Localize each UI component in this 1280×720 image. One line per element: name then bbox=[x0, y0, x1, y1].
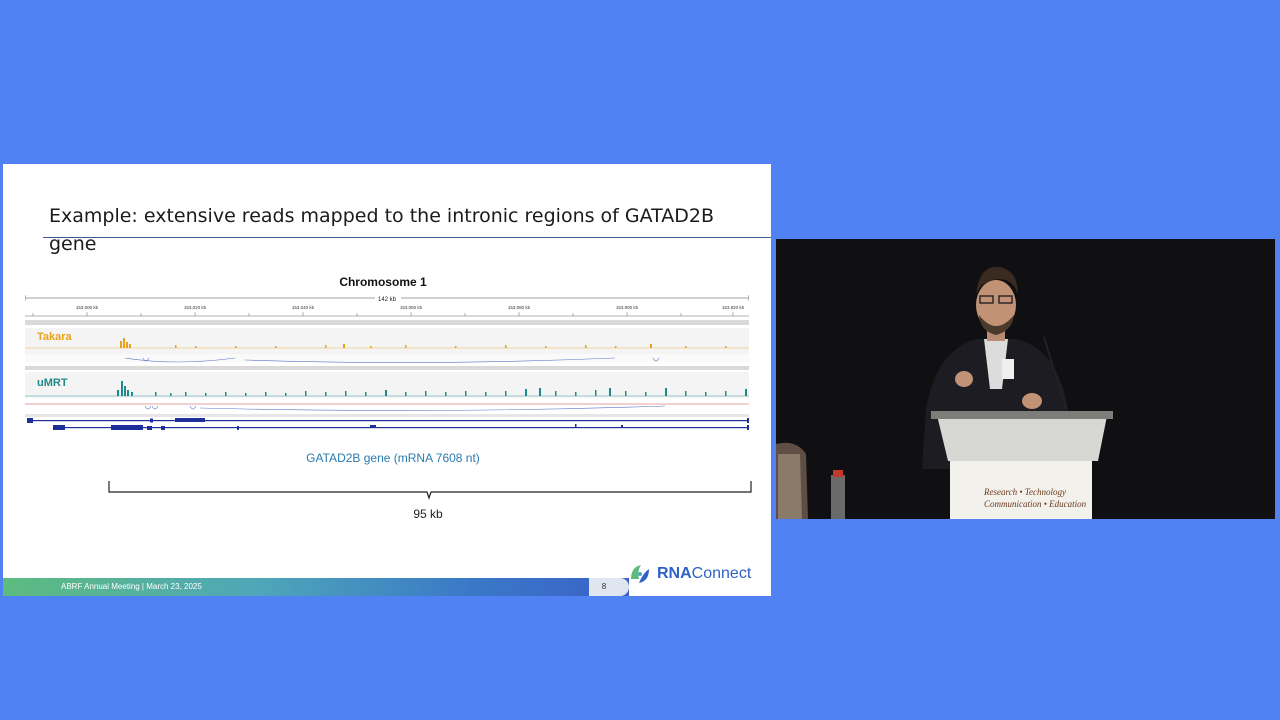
coordinate-label: 153,000 kb bbox=[76, 305, 99, 310]
logo-text-rna: RNA bbox=[657, 565, 692, 582]
genome-browser-view: 142 kb 153,000 kb 153,020 kb 153,040 kb … bbox=[25, 295, 749, 430]
span-length-label: 95 kb bbox=[413, 507, 443, 521]
coordinate-label: 153,900 kb bbox=[616, 305, 639, 310]
speaker-video-feed: Research • Technology Communication • Ed… bbox=[776, 239, 1275, 519]
gene-model bbox=[27, 418, 749, 430]
presentation-slide: Example: extensive reads mapped to the i… bbox=[3, 164, 771, 596]
slide-number: 8 bbox=[601, 582, 607, 591]
rnaconnect-logo-icon bbox=[631, 565, 649, 583]
coordinate-label: 153,060 kb bbox=[400, 305, 423, 310]
coordinate-label: 153,080 kb bbox=[508, 305, 531, 310]
podium-sign: Research • Technology Communication • Ed… bbox=[950, 461, 1092, 519]
podium-sign-line2: Communication • Education bbox=[984, 499, 1087, 509]
podium-sign-line1: Research • Technology bbox=[984, 487, 1066, 497]
gene-label: GATAD2B gene (mRNA 7608 nt) bbox=[306, 451, 480, 465]
rnaconnect-logo: RNAConnect bbox=[627, 561, 767, 587]
slide-title: Example: extensive reads mapped to the i… bbox=[49, 205, 715, 255]
logo-text-connect: Connect bbox=[691, 565, 752, 582]
umrt-track-label: uMRT bbox=[37, 377, 68, 389]
coordinate-label: 153,040 kb bbox=[292, 305, 315, 310]
title-divider bbox=[43, 237, 771, 238]
takara-track-label: Takara bbox=[37, 331, 72, 343]
coordinate-label: 153,920 kb bbox=[722, 305, 745, 310]
scale-label: 142 kb bbox=[378, 297, 397, 303]
coordinate-label: 153,020 kb bbox=[184, 305, 207, 310]
footer-text: ABRF Annual Meeting | March 23, 2025 bbox=[61, 582, 202, 591]
span-brace bbox=[108, 481, 752, 500]
